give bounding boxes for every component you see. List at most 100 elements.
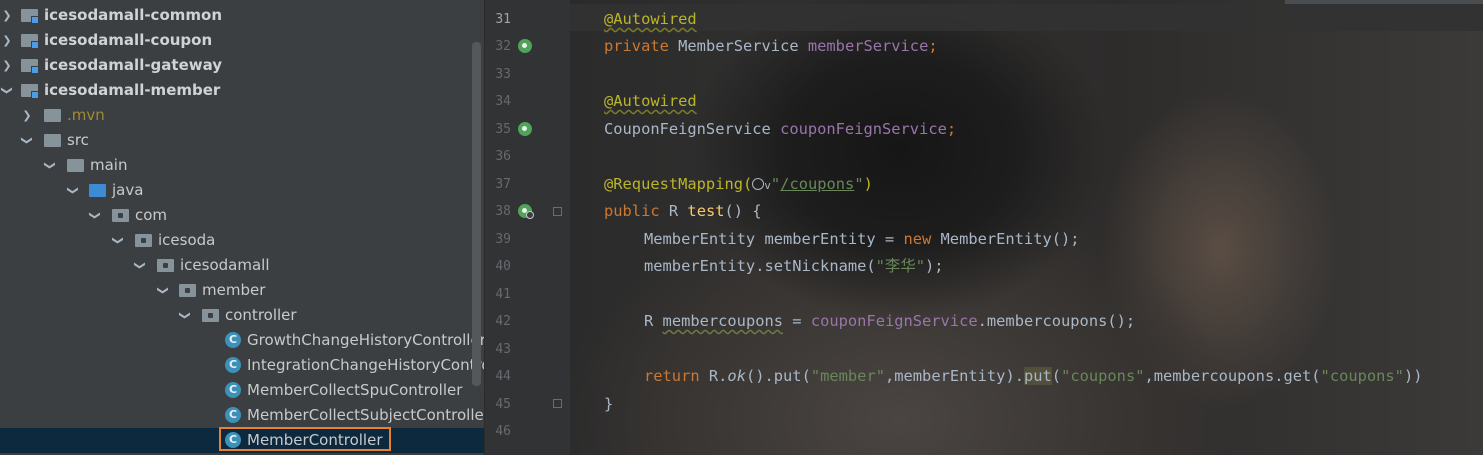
call-token: memberEntity.setNickname(: [644, 257, 876, 275]
line-number: 42: [495, 314, 511, 329]
chevron-right-icon[interactable]: ❯: [0, 28, 14, 53]
tree-item-java[interactable]: ❯ java: [0, 178, 484, 203]
annotation-token: ): [863, 175, 873, 193]
call-token: ().put(: [745, 367, 811, 385]
fold-marker-icon[interactable]: [553, 399, 562, 408]
chevron-down-icon[interactable]: ❯: [61, 184, 86, 198]
url-link[interactable]: /coupons: [780, 175, 854, 193]
tree-item-label: icesodamall-coupon: [44, 31, 213, 49]
line-number: 33: [495, 67, 511, 82]
tree-item-mvn[interactable]: ❯ .mvn: [0, 103, 484, 128]
chevron-right-icon[interactable]: ❯: [0, 3, 14, 28]
selection-highlight-box: [219, 427, 391, 451]
punct-token: MemberEntity();: [931, 230, 1080, 248]
field-token: couponFeignService: [810, 312, 978, 330]
keyword-token: private: [604, 37, 669, 55]
keyword-token: return: [644, 367, 700, 385]
tree-item-label: src: [67, 131, 89, 149]
chevron-down-icon[interactable]: ❯: [0, 84, 20, 98]
chevron-right-icon[interactable]: ❯: [20, 103, 34, 128]
punct-token: =: [783, 312, 811, 330]
annotation-token: @Autowired: [604, 10, 697, 28]
tree-item-com[interactable]: ❯ com: [0, 203, 484, 228]
current-line-highlight: [570, 4, 1483, 31]
tree-item-icesodamall-gateway[interactable]: ❯ icesodamall-gateway: [0, 53, 484, 78]
punct-token: (: [1051, 367, 1062, 385]
chevron-down-icon[interactable]: ❯: [173, 309, 198, 323]
chevron-down-icon[interactable]: ❯: [106, 234, 131, 248]
chevron-right-icon[interactable]: ❯: [0, 53, 14, 78]
chevron-down-icon[interactable]: ❯: [15, 134, 40, 148]
editor-top-bar: [1285, 0, 1483, 4]
type-token: R.: [699, 367, 728, 385]
line-number: 35: [495, 122, 511, 137]
chevron-down-icon[interactable]: v: [764, 179, 771, 192]
code-line-34: @Autowired: [604, 88, 697, 115]
punct-token: () {: [724, 202, 762, 220]
punct-token: );: [924, 257, 944, 275]
tree-item-class[interactable]: C MemberCollectSubjectControlle: [0, 403, 484, 428]
tree-item-class[interactable]: C MemberCollectSpuController: [0, 378, 484, 403]
code-line-45: }: [604, 391, 613, 418]
chevron-down-icon[interactable]: ❯: [38, 159, 63, 173]
globe-icon[interactable]: [752, 178, 765, 190]
code-line-32: private MemberService memberService;: [604, 33, 938, 60]
string-token: "coupons": [1320, 367, 1404, 385]
editor-gutter: 31 32 33 34 35 36 37 38 39 40 41 42 43 4…: [484, 0, 571, 455]
type-token: MemberEntity memberEntity =: [644, 230, 904, 248]
line-number: 44: [495, 369, 511, 384]
chevron-down-icon[interactable]: ❯: [151, 284, 176, 298]
tree-item-label: icesodamall-member: [44, 81, 221, 99]
string-token: "member": [810, 367, 885, 385]
code-line-35: CouponFeignService couponFeignService;: [604, 116, 956, 143]
tree-item-member[interactable]: ❯ member: [0, 278, 484, 303]
tree-item-label: IntegrationChangeHistoryContro: [247, 356, 484, 374]
code-editor[interactable]: @Autowired private MemberService memberS…: [570, 0, 1483, 455]
module-folder-icon: [21, 84, 39, 99]
line-number: 32: [495, 39, 511, 54]
tree-item-src[interactable]: ❯ src: [0, 128, 484, 153]
tree-item-label: GrowthChangeHistoryController: [247, 331, 484, 349]
chevron-down-icon[interactable]: ❯: [128, 259, 153, 273]
tree-item-class[interactable]: C GrowthChangeHistoryController: [0, 328, 484, 353]
tree-item-icesodamall[interactable]: ❯ icesodamall: [0, 253, 484, 278]
globe-icon: [526, 211, 534, 219]
tree-item-icesodamall-common[interactable]: ❯ icesodamall-common: [0, 3, 484, 28]
tree-item-label: MemberCollectSpuController: [247, 381, 463, 399]
line-number: 46: [495, 424, 511, 439]
tree-item-controller[interactable]: ❯ controller: [0, 303, 484, 328]
tree-item-icesoda[interactable]: ❯ icesoda: [0, 228, 484, 253]
tree-item-label: icesoda: [158, 231, 216, 249]
type-token: CouponFeignService: [604, 120, 781, 138]
line-number: 41: [495, 287, 511, 302]
package-icon: [112, 209, 129, 222]
line-number: 39: [495, 232, 511, 247]
tree-item-label: java: [112, 181, 144, 199]
tree-item-main[interactable]: ❯ main: [0, 153, 484, 178]
spring-bean-icon[interactable]: [518, 39, 532, 53]
code-line-37: @RequestMapping(v"/coupons"): [604, 171, 873, 198]
code-line-44: return R.ok().put("member",memberEntity)…: [644, 363, 1423, 390]
module-folder-icon: [21, 59, 39, 74]
tree-item-icesodamall-member[interactable]: ❯ icesodamall-member: [0, 78, 484, 103]
punct-token: ,memberEntity).: [884, 367, 1024, 385]
method-token: put: [1023, 367, 1052, 385]
tree-scrollbar[interactable]: [472, 42, 481, 386]
code-line-38: public R test() {: [604, 198, 762, 225]
line-number: 43: [495, 342, 511, 357]
module-folder-icon: [21, 34, 39, 49]
package-icon: [135, 234, 152, 247]
code-line-39: MemberEntity memberEntity = new MemberEn…: [644, 226, 1080, 253]
tree-item-class[interactable]: C IntegrationChangeHistoryContro: [0, 353, 484, 378]
spring-bean-icon[interactable]: [518, 122, 532, 136]
line-number: 36: [495, 149, 511, 164]
tree-item-icesodamall-coupon[interactable]: ❯ icesodamall-coupon: [0, 28, 484, 53]
request-mapping-icon[interactable]: [518, 204, 534, 219]
field-token: couponFeignService: [780, 120, 947, 138]
chevron-down-icon[interactable]: ❯: [83, 209, 108, 223]
code-line-42: R membercoupons = couponFeignService.mem…: [644, 308, 1135, 335]
module-folder-icon: [21, 9, 39, 24]
fold-marker-icon[interactable]: [553, 207, 562, 216]
punct-token: }: [604, 395, 614, 413]
code-line-40: memberEntity.setNickname("李华");: [644, 253, 944, 280]
